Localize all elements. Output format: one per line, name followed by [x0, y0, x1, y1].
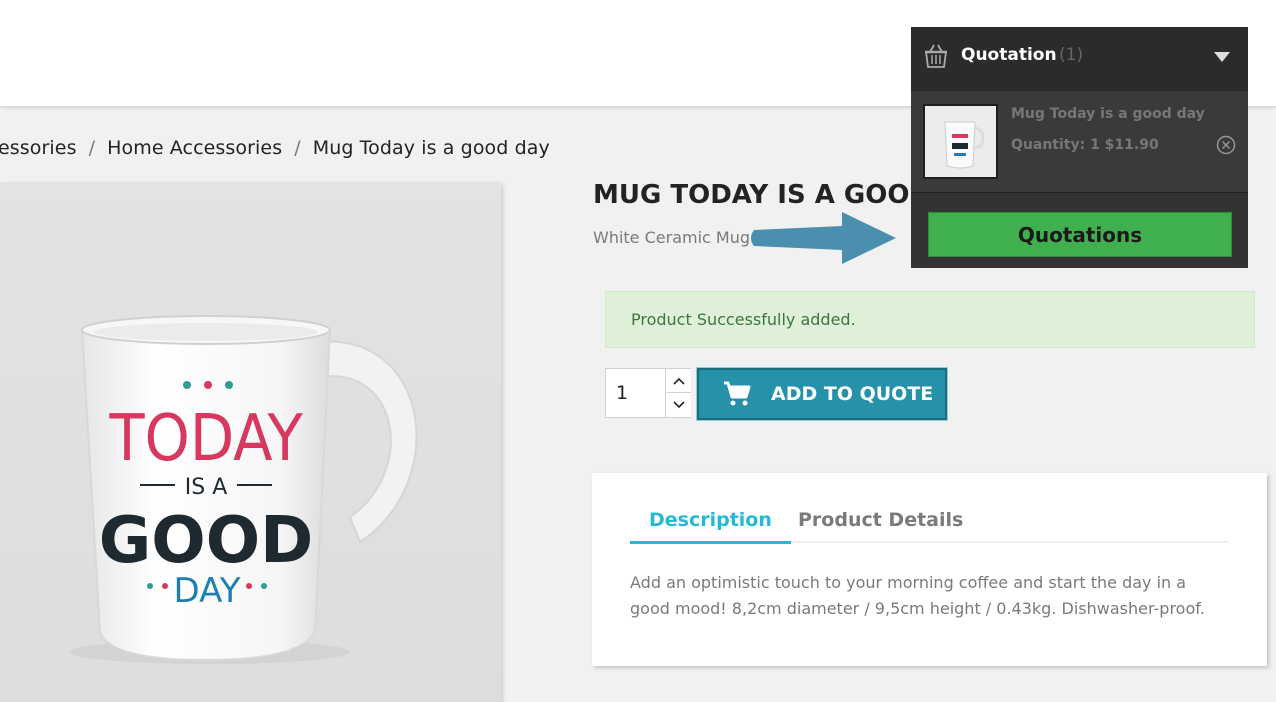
quantity-stepper: [605, 368, 691, 418]
quotation-header[interactable]: Quotation (1): [911, 27, 1248, 91]
quantity-increment-button[interactable]: [667, 369, 691, 393]
add-to-quote-label: ADD TO QUOTE: [771, 383, 934, 405]
mug-text-line1: TODAY: [108, 402, 303, 476]
quotation-dropdown: Quotation (1) Mug Today is a good day Qu…: [911, 27, 1248, 268]
caret-down-icon[interactable]: [1213, 51, 1231, 63]
tab-product-details[interactable]: Product Details: [798, 509, 963, 541]
product-image[interactable]: TODAY IS A GOOD DAY: [0, 182, 501, 702]
mug-text-line4: DAY: [174, 571, 241, 611]
chevron-down-icon: [673, 401, 685, 409]
arrow-right-icon: [751, 212, 896, 264]
remove-circle-icon[interactable]: [1215, 134, 1237, 156]
quantity-input[interactable]: [606, 369, 666, 417]
mug-thumbnail-icon: [944, 121, 985, 169]
breadcrumb-item-current: Mug Today is a good day: [312, 137, 550, 159]
add-to-quote-button[interactable]: ADD TO QUOTE: [697, 368, 947, 420]
product-title: MUG TODAY IS A GOOD: [593, 180, 932, 210]
quotation-item-name[interactable]: Mug Today is a good day: [1011, 106, 1205, 122]
quotation-item: Mug Today is a good day Quantity: 1 $11.…: [911, 91, 1248, 193]
quotation-title: Quotation: [961, 45, 1057, 65]
success-alert: Product Successfully added.: [605, 291, 1255, 348]
cart-icon: [723, 381, 751, 407]
description-text: Add an optimistic touch to your morning …: [630, 573, 1205, 618]
breadcrumb-item-home-accessories[interactable]: Home Accessories: [107, 137, 282, 159]
breadcrumb-item-category[interactable]: essories: [0, 137, 77, 159]
breadcrumb-separator: /: [294, 137, 301, 159]
quantity-decrement-button[interactable]: [667, 393, 691, 417]
mug-text-line3: GOOD: [99, 504, 313, 578]
breadcrumb: essories / Home Accessories / Mug Today is a…: [0, 137, 550, 159]
quotation-count: (1): [1059, 45, 1084, 65]
quotations-button[interactable]: Quotations: [928, 212, 1232, 257]
tab-description[interactable]: Description: [630, 509, 791, 544]
product-short-description: White Ceramic Mug.: [593, 228, 756, 247]
quotation-item-thumbnail[interactable]: [923, 104, 998, 179]
basket-icon: [924, 44, 948, 68]
tab-bar: Description Product Details: [630, 509, 1229, 544]
quotation-item-quantity: Quantity: 1 $11.90: [1011, 137, 1159, 153]
mug-illustration: TODAY IS A GOOD DAY: [70, 315, 418, 664]
chevron-up-icon: [673, 377, 685, 385]
breadcrumb-separator: /: [88, 137, 96, 159]
mug-text-line2: IS A: [185, 475, 228, 500]
product-tabs-card: Description Product Details Add an optim…: [592, 473, 1267, 666]
